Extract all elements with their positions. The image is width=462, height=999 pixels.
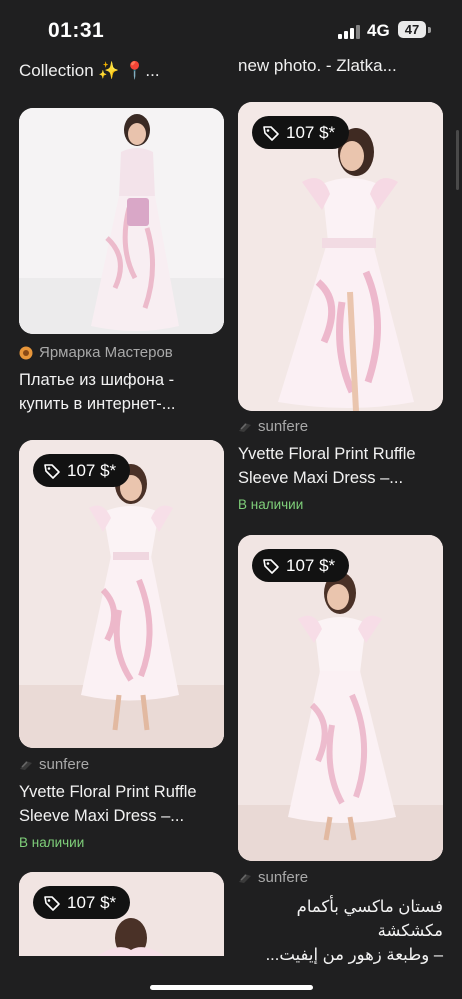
home-indicator[interactable] <box>150 985 313 990</box>
card-title[interactable]: فستان ماكسي بأكمام مكشكشة – وطبعة زهور م… <box>238 895 443 967</box>
battery-icon: 47 <box>398 21 426 38</box>
source-name: sunfere <box>258 869 309 886</box>
dress-photo <box>19 108 224 334</box>
price-label: 107 $* <box>286 556 336 575</box>
source-row: Ярмарка Мастеров <box>19 344 173 361</box>
card-title[interactable]: Yvette Floral Print Ruffle Sleeve Maxi D… <box>238 442 443 490</box>
price-chip[interactable]: 107 $* <box>33 886 131 919</box>
battery-tip <box>428 27 431 33</box>
price-label: 107 $* <box>286 123 336 142</box>
sunflower-icon <box>19 346 33 359</box>
card-title-line2: Sleeve Maxi Dress –... <box>238 469 404 487</box>
previous-card-title-left[interactable]: Collection ✨ 📍... <box>19 61 160 81</box>
signal-icon <box>338 25 360 39</box>
tag-icon <box>44 895 60 911</box>
source-row: sunfere <box>19 756 89 773</box>
source-row: sunfere <box>238 869 308 886</box>
status-bar: 01:31 4G 47 <box>0 0 462 60</box>
network-label: 4G <box>367 21 390 40</box>
source-name: sunfere <box>258 418 309 435</box>
card-title-line2: купить в интернет-... <box>19 395 176 413</box>
card-title-line1: Yvette Floral Print Ruffle <box>238 445 416 463</box>
card-title-line1: فستان ماكسي بأكمام مكشكشة <box>296 898 443 940</box>
tag-icon <box>263 125 279 141</box>
product-image[interactable]: 107 $* <box>19 872 224 956</box>
price-chip[interactable]: 107 $* <box>252 116 350 149</box>
card-title-line1: Yvette Floral Print Ruffle <box>19 783 197 801</box>
product-image[interactable]: 107 $* <box>238 102 443 411</box>
price-chip[interactable]: 107 $* <box>33 454 131 487</box>
source-name: Ярмарка Мастеров <box>39 344 173 361</box>
source-row: sunfere <box>238 418 308 435</box>
clock: 01:31 <box>48 19 105 42</box>
sunfere-logo-icon <box>239 422 251 432</box>
price-chip[interactable]: 107 $* <box>252 549 350 582</box>
stock-status: В наличии <box>238 497 304 512</box>
card-title-line2: – وطبعة زهور من إيفيت... <box>265 946 443 964</box>
card-title-line2: Sleeve Maxi Dress –... <box>19 807 185 825</box>
product-image[interactable]: 107 $* <box>19 440 224 748</box>
dress-photo <box>238 535 443 861</box>
sunfere-logo-icon <box>20 760 32 770</box>
price-label: 107 $* <box>67 893 117 912</box>
card-title[interactable]: Yvette Floral Print Ruffle Sleeve Maxi D… <box>19 780 224 828</box>
stock-status: В наличии <box>19 835 85 850</box>
product-image[interactable]: 107 $* <box>238 535 443 861</box>
sunfere-logo-icon <box>239 873 251 883</box>
source-name: sunfere <box>39 756 90 773</box>
tag-icon <box>263 558 279 574</box>
product-image[interactable] <box>19 108 224 334</box>
card-title-line1: Платье из шифона - <box>19 371 175 389</box>
price-label: 107 $* <box>67 461 117 480</box>
previous-card-title-right[interactable]: new photo. - Zlatka... <box>238 56 397 76</box>
scroll-indicator[interactable] <box>456 130 459 190</box>
card-title[interactable]: Платье из шифона - купить в интернет-... <box>19 368 224 416</box>
tag-icon <box>44 463 60 479</box>
